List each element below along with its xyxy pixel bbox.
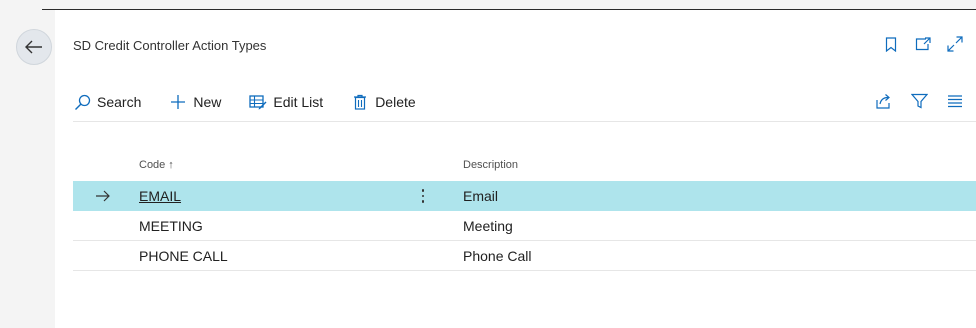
share-icon [875,94,890,109]
search-label: Search [97,94,142,110]
filter-icon [910,93,928,109]
row-code-cell[interactable]: PHONE CALL [139,248,228,264]
column-header-code[interactable]: Code ↑ [139,159,174,171]
expand-icon [947,36,963,52]
expand-button[interactable] [946,35,964,53]
row-description-cell[interactable]: Email [463,188,498,204]
share-button[interactable] [874,92,892,110]
delete-button[interactable]: Delete [351,93,416,111]
edit-list-icon [249,93,267,111]
list-grid: Code ↑ Description EMAIL Email MEETING M… [73,153,976,271]
toolbar-right-actions [874,92,964,110]
search-button[interactable]: Search [73,93,141,111]
filter-button[interactable] [910,92,928,110]
grid-header: Code ↑ Description [73,153,976,181]
bookmark-button[interactable] [882,35,900,53]
new-label: New [193,94,222,110]
row-actions-menu-icon[interactable] [418,186,428,206]
column-header-code-label: Code [139,159,166,171]
action-bar: Search New Edit List Delete [73,90,444,114]
row-arrow-icon [96,190,110,202]
row-code-cell[interactable]: EMAIL [139,188,181,204]
list-view-icon [948,95,962,108]
page-title: SD Credit Controller Action Types [73,38,267,53]
search-icon [73,93,91,111]
arrow-left-icon [25,40,42,54]
table-row[interactable]: PHONE CALL Phone Call [73,241,976,271]
open-in-new-window-button[interactable] [914,35,932,53]
plus-icon [169,93,187,111]
top-strip [0,0,976,10]
header-actions [882,35,964,53]
row-code-cell[interactable]: MEETING [139,218,203,234]
toolbar-divider [73,121,976,122]
page-panel: SD Credit Controller Action Types Search… [55,10,976,328]
edit-list-label: Edit List [273,94,324,110]
back-button[interactable] [16,29,52,65]
edit-list-button[interactable]: Edit List [249,93,323,111]
list-view-button[interactable] [946,92,964,110]
open-in-new-window-icon [915,37,931,51]
trash-icon [351,93,369,111]
delete-label: Delete [375,94,416,110]
row-description-cell[interactable]: Meeting [463,218,513,234]
sort-ascending-icon: ↑ [168,159,174,171]
bookmark-icon [885,36,897,52]
column-header-description[interactable]: Description [463,159,518,171]
table-row[interactable]: EMAIL Email [73,181,976,211]
table-row[interactable]: MEETING Meeting [73,211,976,241]
row-description-cell[interactable]: Phone Call [463,248,532,264]
new-button[interactable]: New [169,93,221,111]
